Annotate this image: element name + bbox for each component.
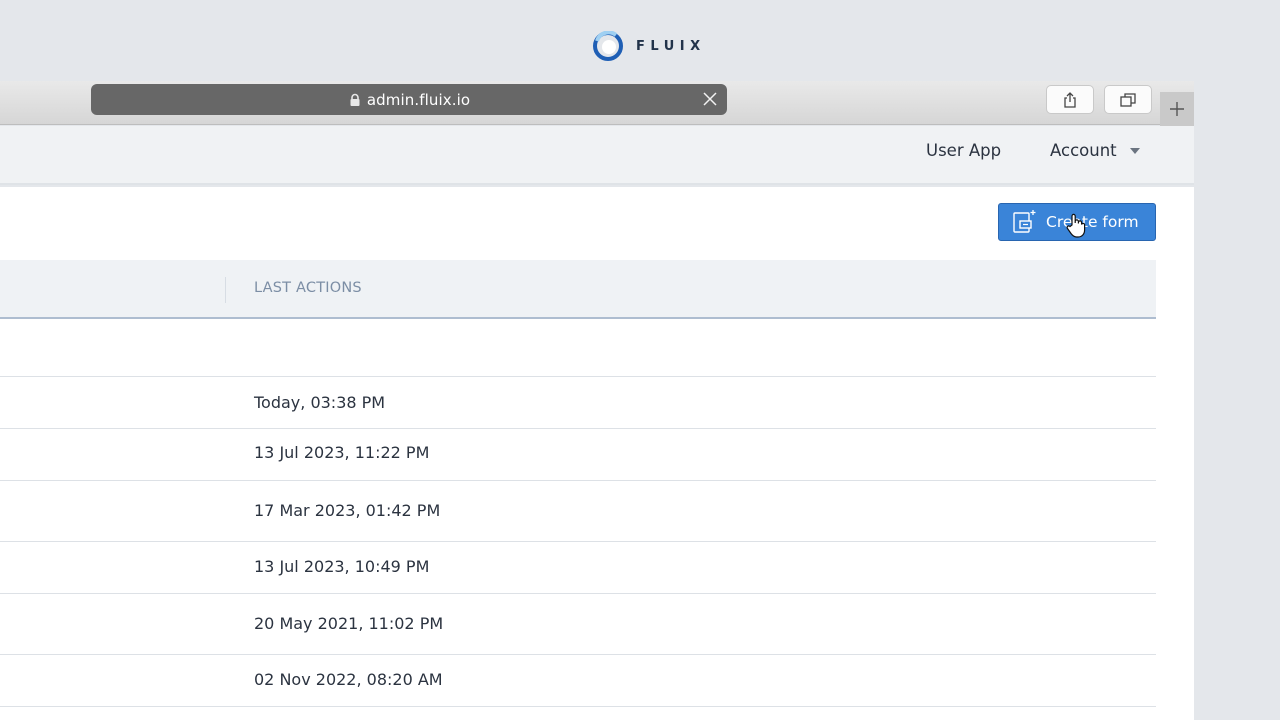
last-action-cell: 13 Jul 2023, 10:49 PM bbox=[254, 557, 430, 576]
table-row[interactable]: 20 May 2021, 11:02 PM bbox=[0, 594, 1156, 655]
create-form-icon bbox=[1013, 210, 1036, 233]
last-action-cell: Today, 03:38 PM bbox=[254, 393, 386, 412]
url-text: admin.fluix.io bbox=[366, 90, 471, 109]
last-action-cell: 17 Mar 2023, 01:42 PM bbox=[254, 501, 441, 520]
new-tab-button[interactable] bbox=[1160, 92, 1194, 126]
browser-toolbar: admin.fluix.io bbox=[0, 81, 1194, 126]
table-row[interactable]: 17 Mar 2023, 01:42 PM bbox=[0, 481, 1156, 542]
tabs-button[interactable] bbox=[1104, 85, 1152, 114]
create-form-label: Create form bbox=[1046, 213, 1139, 231]
main-content: Create form LAST ACTIONS Today, 03:38 PM… bbox=[0, 187, 1194, 720]
share-icon bbox=[1064, 91, 1076, 108]
caret-down-icon bbox=[1129, 147, 1140, 154]
lock-icon bbox=[350, 93, 360, 106]
column-divider bbox=[225, 277, 226, 303]
address-bar[interactable]: admin.fluix.io bbox=[91, 84, 727, 115]
nav-account-label: Account bbox=[1050, 141, 1117, 160]
table-row[interactable]: 02 Nov 2022, 08:20 AM bbox=[0, 655, 1156, 707]
fluix-logo-icon bbox=[593, 31, 623, 61]
nav-user-app[interactable]: User App bbox=[926, 141, 1001, 160]
table-row[interactable]: 13 Jul 2023, 10:49 PM bbox=[0, 542, 1156, 594]
brand: FLUIX bbox=[592, 31, 706, 61]
last-action-cell: 02 Nov 2022, 08:20 AM bbox=[254, 670, 443, 689]
last-action-cell: 20 May 2021, 11:02 PM bbox=[254, 614, 444, 633]
nav-account[interactable]: Account bbox=[1050, 141, 1140, 160]
last-action-cell: 13 Jul 2023, 11:22 PM bbox=[254, 443, 430, 462]
column-header-last-actions[interactable]: LAST ACTIONS bbox=[254, 280, 362, 296]
table-body: Today, 03:38 PM 13 Jul 2023, 11:22 PM 17… bbox=[0, 319, 1156, 707]
hand-cursor-icon bbox=[1066, 213, 1086, 238]
table-header: LAST ACTIONS bbox=[0, 260, 1156, 319]
app-header: User App Account bbox=[0, 126, 1194, 185]
table-row[interactable] bbox=[0, 319, 1156, 377]
share-button[interactable] bbox=[1046, 85, 1094, 114]
close-icon[interactable] bbox=[702, 91, 718, 107]
tabs-icon bbox=[1120, 92, 1136, 107]
table-row[interactable]: 13 Jul 2023, 11:22 PM bbox=[0, 429, 1156, 481]
plus-icon bbox=[1170, 102, 1184, 116]
brand-name: FLUIX bbox=[636, 38, 706, 54]
table-row[interactable]: Today, 03:38 PM bbox=[0, 377, 1156, 429]
